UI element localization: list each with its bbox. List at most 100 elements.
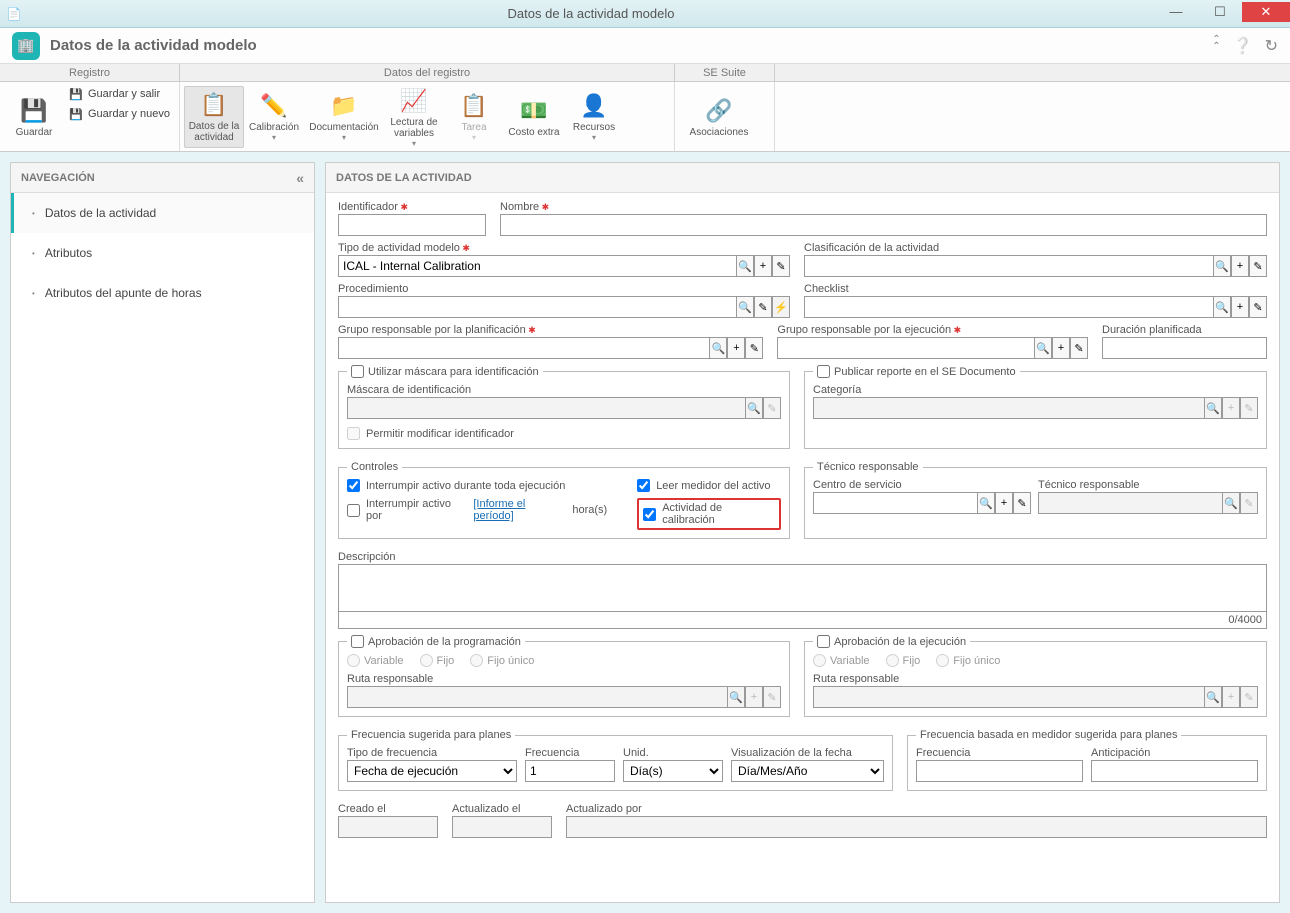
- search-icon[interactable]: 🔍: [977, 492, 995, 514]
- guardar-salir-button[interactable]: 💾 Guardar y salir: [68, 86, 170, 102]
- informe-periodo-link[interactable]: [Informe el período]: [473, 498, 566, 522]
- datos-actividad-button[interactable]: 📋 Datos de la actividad: [184, 86, 244, 148]
- add-icon[interactable]: +: [1052, 337, 1070, 359]
- search-icon[interactable]: 🔍: [736, 255, 754, 277]
- refresh-icon[interactable]: ↻: [1265, 36, 1278, 56]
- chevron-down-icon: ▾: [272, 133, 276, 142]
- close-button[interactable]: ✕: [1242, 2, 1290, 22]
- ruta-label: Ruta responsable: [347, 673, 781, 685]
- collapse-icon[interactable]: ⌃⌃: [1212, 36, 1220, 56]
- duracion-input[interactable]: [1102, 337, 1267, 359]
- permitir-modificar-checkbox: [347, 427, 360, 440]
- guardar-button[interactable]: 💾 Guardar: [4, 86, 64, 148]
- nav-item-atributos-horas[interactable]: Atributos del apunte de horas: [11, 273, 314, 313]
- tab-registro[interactable]: Registro: [0, 64, 180, 81]
- clasificacion-label: Clasificación de la actividad: [804, 242, 1267, 254]
- grupo-planif-input[interactable]: [338, 337, 709, 359]
- clear-icon: ✎: [763, 686, 781, 708]
- interrumpir-toda-checkbox[interactable]: [347, 479, 360, 492]
- mascara-checkbox[interactable]: [351, 365, 364, 378]
- add-icon[interactable]: +: [995, 492, 1013, 514]
- visualizacion-select[interactable]: Día/Mes/Año: [731, 760, 884, 782]
- nav-item-atributos[interactable]: Atributos: [11, 233, 314, 273]
- clear-icon[interactable]: ✎: [745, 337, 763, 359]
- categoria-label: Categoría: [813, 384, 1258, 396]
- doc-icon: 📄: [0, 7, 28, 21]
- tipo-freq-select[interactable]: Fecha de ejecución: [347, 760, 517, 782]
- resources-icon: 👤: [578, 92, 610, 120]
- recursos-button[interactable]: 👤 Recursos ▾: [564, 86, 624, 148]
- tarea-button: 📋 Tarea ▾: [444, 86, 504, 148]
- grupo-ejec-input[interactable]: [777, 337, 1034, 359]
- publicar-checkbox[interactable]: [817, 365, 830, 378]
- checklist-input[interactable]: [804, 296, 1213, 318]
- procedimiento-label: Procedimiento: [338, 283, 790, 295]
- documentacion-button[interactable]: 📁 Documentación ▾: [304, 86, 384, 148]
- money-icon: 💵: [518, 97, 550, 125]
- ruta-prog-input: [347, 686, 727, 708]
- nav-item-datos-actividad[interactable]: Datos de la actividad: [11, 193, 314, 233]
- unid-select[interactable]: Día(s): [623, 760, 723, 782]
- minimize-button[interactable]: —: [1154, 2, 1198, 22]
- interrumpir-por-checkbox[interactable]: [347, 504, 360, 517]
- search-icon[interactable]: 🔍: [1034, 337, 1052, 359]
- lectura-variables-button[interactable]: 📈 Lectura de variables ▾: [384, 86, 444, 148]
- costo-extra-button[interactable]: 💵 Costo extra: [504, 86, 564, 148]
- aprob-prog-checkbox[interactable]: [351, 635, 364, 648]
- calibracion-button[interactable]: ✏️ Calibración ▾: [244, 86, 304, 148]
- search-icon: 🔍: [1204, 686, 1222, 708]
- fijo-radio-2: [886, 654, 899, 667]
- actividad-cal-checkbox[interactable]: [643, 508, 656, 521]
- identificador-input[interactable]: [338, 214, 486, 236]
- clear-icon[interactable]: ✎: [1070, 337, 1088, 359]
- tab-se-suite[interactable]: SE Suite: [675, 64, 775, 81]
- clear-icon[interactable]: ✎: [1013, 492, 1031, 514]
- clasificacion-input[interactable]: [804, 255, 1213, 277]
- anticipacion-input[interactable]: [1091, 760, 1258, 782]
- wand-icon[interactable]: ✎: [754, 296, 772, 318]
- search-icon[interactable]: 🔍: [736, 296, 754, 318]
- procedimiento-input[interactable]: [338, 296, 736, 318]
- link-icon: 🔗: [703, 97, 735, 125]
- categoria-input: [813, 397, 1204, 419]
- document-icon: 📋: [198, 91, 230, 119]
- tipo-actividad-input[interactable]: [338, 255, 736, 277]
- ruta-label-2: Ruta responsable: [813, 673, 1258, 685]
- descripcion-textarea[interactable]: [338, 564, 1267, 612]
- folder-icon: 📁: [328, 92, 360, 120]
- clear-icon[interactable]: ✎: [1249, 296, 1267, 318]
- clipboard-icon: 📋: [458, 92, 490, 120]
- search-icon[interactable]: 🔍: [1213, 296, 1231, 318]
- ruta-ejec-input: [813, 686, 1204, 708]
- search-icon[interactable]: 🔍: [1213, 255, 1231, 277]
- add-icon[interactable]: +: [754, 255, 772, 277]
- page-title: Datos de la actividad modelo: [50, 37, 257, 54]
- add-icon[interactable]: +: [727, 337, 745, 359]
- frecuencia-input[interactable]: [525, 760, 615, 782]
- add-icon[interactable]: +: [1231, 296, 1249, 318]
- aprob-ejec-checkbox[interactable]: [817, 635, 830, 648]
- tipo-actividad-label: Tipo de actividad modelo: [338, 242, 790, 254]
- search-icon[interactable]: 🔍: [709, 337, 727, 359]
- nombre-input[interactable]: [500, 214, 1267, 236]
- freq-medidor-input[interactable]: [916, 760, 1083, 782]
- nav-collapse-icon[interactable]: «: [296, 170, 304, 186]
- flash-icon: ⚡: [772, 296, 790, 318]
- nav-header: NAVEGACIÓN: [21, 172, 95, 184]
- grupo-planif-label: Grupo responsable por la planificación: [338, 324, 763, 336]
- clear-icon[interactable]: ✎: [1249, 255, 1267, 277]
- leer-medidor-checkbox[interactable]: [637, 479, 650, 492]
- app-icon: 🏢: [12, 32, 40, 60]
- tab-datos-registro[interactable]: Datos del registro: [180, 64, 675, 81]
- maximize-button[interactable]: ☐: [1198, 2, 1242, 22]
- guardar-nuevo-button[interactable]: 💾 Guardar y nuevo: [68, 106, 170, 122]
- clear-icon[interactable]: ✎: [772, 255, 790, 277]
- add-icon[interactable]: +: [1231, 255, 1249, 277]
- centro-servicio-input[interactable]: [813, 492, 977, 514]
- help-icon[interactable]: ❔: [1233, 36, 1253, 56]
- mascara-input: [347, 397, 745, 419]
- add-icon: +: [745, 686, 763, 708]
- asociaciones-button[interactable]: 🔗 Asociaciones: [679, 86, 759, 148]
- chart-icon: 📈: [398, 87, 430, 115]
- actualizado-por-input: [566, 816, 1267, 838]
